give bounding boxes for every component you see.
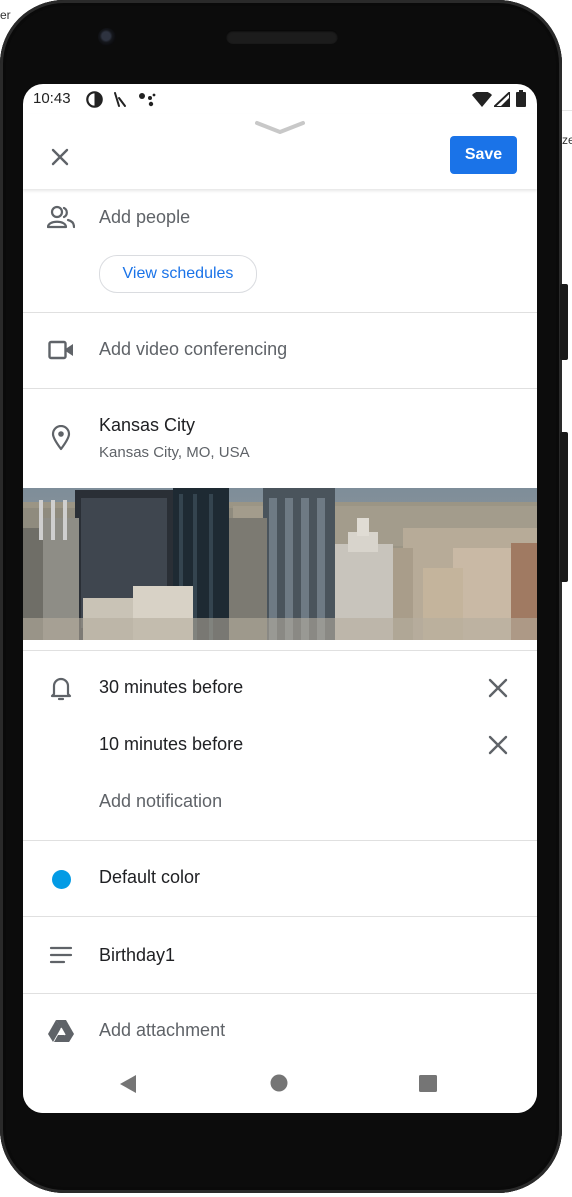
chevron-down-icon[interactable] (255, 120, 305, 141)
google-drive-icon (47, 1017, 75, 1045)
phone-screen: 10:43 Save Add people View schedules Add… (23, 84, 537, 1113)
divider (23, 840, 537, 841)
divider (23, 650, 537, 651)
divider (23, 388, 537, 389)
remove-notification-icon[interactable] (485, 732, 511, 758)
status-time: 10:43 (33, 90, 71, 107)
assistant-dots-icon (137, 91, 157, 113)
people-icon (47, 203, 75, 231)
add-video-conferencing-field[interactable]: Add video conferencing (99, 339, 287, 360)
volume-button (560, 432, 568, 582)
close-icon[interactable] (47, 144, 73, 170)
recents-icon[interactable] (419, 1075, 437, 1097)
battery-icon (516, 90, 526, 112)
editor-toolbar: Save (23, 114, 537, 189)
location-name[interactable]: Kansas City (99, 415, 195, 436)
divider (23, 312, 537, 313)
front-camera (98, 28, 116, 46)
save-button[interactable]: Save (450, 136, 517, 174)
data-saver-icon (86, 91, 103, 113)
add-people-field[interactable]: Add people (99, 207, 190, 228)
location-pin-icon (47, 424, 75, 452)
wifi-icon (472, 90, 492, 112)
navigation-bar (23, 1052, 537, 1113)
notification-item[interactable]: 10 minutes before (99, 734, 243, 755)
bell-icon (47, 674, 75, 702)
notes-icon (47, 941, 75, 969)
color-selector[interactable]: Default color (99, 867, 200, 888)
signal-icon (491, 89, 511, 112)
missed-call-icon (113, 91, 127, 113)
color-dot (47, 865, 75, 893)
earpiece-speaker (226, 30, 338, 44)
background-text-left: er (0, 8, 11, 22)
video-camera-icon (47, 336, 75, 364)
background-text-right: ze (562, 133, 572, 147)
location-photo (23, 488, 537, 640)
home-icon[interactable] (270, 1074, 288, 1097)
divider (23, 916, 537, 917)
description-field[interactable]: Birthday1 (99, 945, 175, 966)
color-swatch (51, 869, 71, 889)
location-address: Kansas City, MO, USA (99, 444, 250, 461)
power-button (560, 284, 568, 360)
remove-notification-icon[interactable] (485, 675, 511, 701)
view-schedules-button[interactable]: View schedules (99, 255, 257, 293)
divider (23, 993, 537, 994)
phone-frame: 10:43 Save Add people View schedules Add… (0, 0, 568, 1193)
add-attachment-button[interactable]: Add attachment (99, 1020, 225, 1041)
notification-item[interactable]: 30 minutes before (99, 677, 243, 698)
status-bar: 10:43 (23, 84, 537, 114)
back-icon[interactable] (119, 1074, 137, 1099)
add-notification-button[interactable]: Add notification (99, 791, 222, 812)
